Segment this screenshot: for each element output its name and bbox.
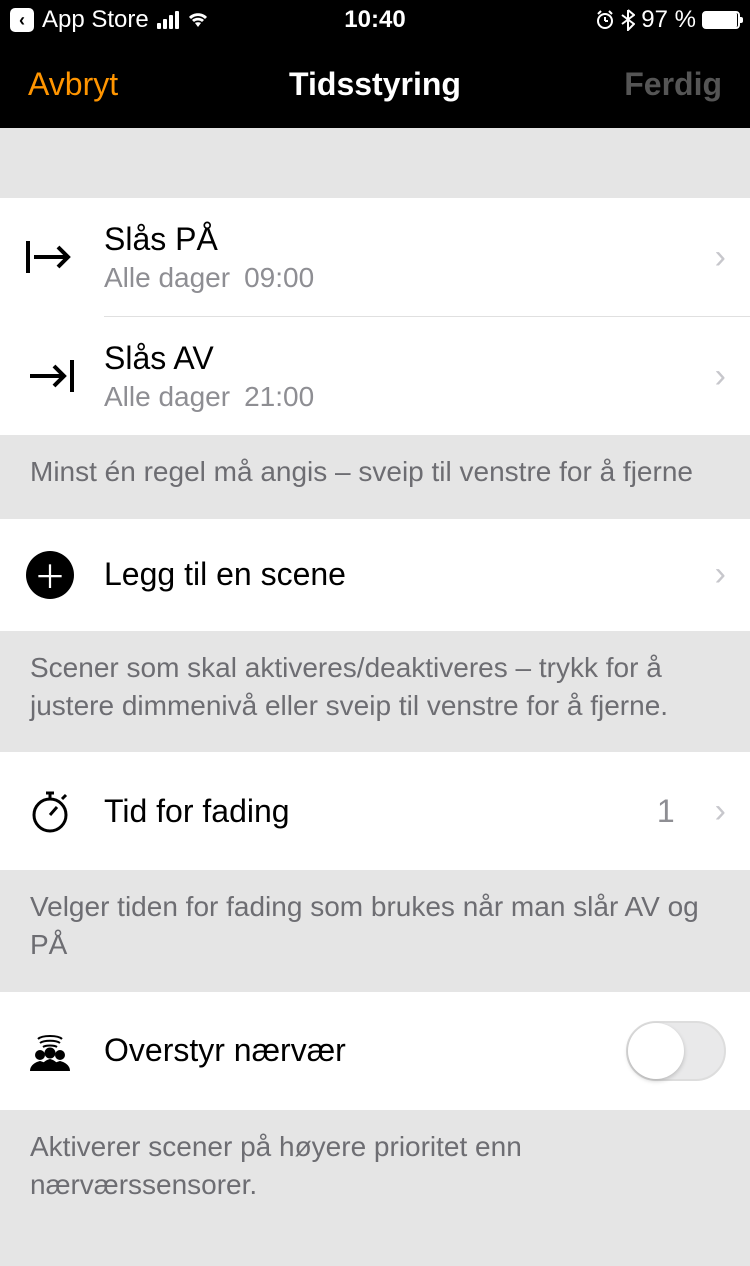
rule-row-turn-on[interactable]: Slås PÅ Alle dager09:00 › — [0, 198, 750, 316]
done-button[interactable]: Ferdig — [624, 66, 722, 103]
wifi-icon — [187, 11, 209, 29]
page-title: Tidsstyring — [289, 66, 461, 103]
turn-off-icon — [24, 350, 76, 402]
presence-icon — [24, 1025, 76, 1077]
turn-on-icon — [24, 231, 76, 283]
chevron-right-icon: › — [715, 357, 726, 396]
status-time: 10:40 — [344, 6, 405, 34]
rule-title: Slås PÅ — [104, 221, 687, 258]
battery-percent: 97 % — [641, 6, 696, 34]
fade-section-footer: Velger tiden for fading som brukes når m… — [0, 870, 750, 992]
back-to-app-label[interactable]: App Store — [42, 6, 149, 34]
cancel-button[interactable]: Avbryt — [28, 66, 118, 103]
plus-icon: ＋ — [26, 551, 74, 599]
presence-override-row: Overstyr nærvær — [0, 992, 750, 1110]
rule-subtitle: Alle dager09:00 — [104, 262, 687, 294]
rules-section-footer: Minst én regel må angis – sveip til vens… — [0, 435, 750, 519]
fade-time-row[interactable]: Tid for fading 1 › — [0, 752, 750, 870]
rule-title: Slås AV — [104, 340, 687, 377]
bluetooth-icon — [621, 9, 635, 31]
rule-row-turn-off[interactable]: Slås AV Alle dager21:00 › — [0, 317, 750, 435]
stopwatch-icon — [24, 785, 76, 837]
scenes-section-footer: Scener som skal aktiveres/deaktiveres – … — [0, 631, 750, 753]
chevron-right-icon: › — [715, 792, 726, 831]
fade-time-value: 1 — [657, 793, 675, 830]
presence-override-toggle[interactable] — [626, 1021, 726, 1081]
battery-icon — [702, 11, 740, 29]
back-to-app-icon[interactable]: ‹ — [10, 8, 34, 32]
status-bar: ‹ App Store 10:40 97 % — [0, 0, 750, 40]
presence-override-label: Overstyr nærvær — [104, 1032, 598, 1069]
add-scene-label: Legg til en scene — [104, 556, 687, 593]
chevron-right-icon: › — [715, 555, 726, 594]
cellular-signal-icon — [157, 11, 179, 29]
rule-subtitle: Alle dager21:00 — [104, 381, 687, 413]
add-scene-row[interactable]: ＋ Legg til en scene › — [0, 519, 750, 631]
nav-bar: Avbryt Tidsstyring Ferdig — [0, 40, 750, 128]
status-right: 97 % — [595, 6, 740, 34]
chevron-right-icon: › — [715, 238, 726, 277]
presence-section-footer: Aktiverer scener på høyere prioritet enn… — [0, 1110, 750, 1232]
fade-time-label: Tid for fading — [104, 793, 629, 830]
status-left: ‹ App Store — [10, 6, 209, 34]
alarm-icon — [595, 10, 615, 30]
